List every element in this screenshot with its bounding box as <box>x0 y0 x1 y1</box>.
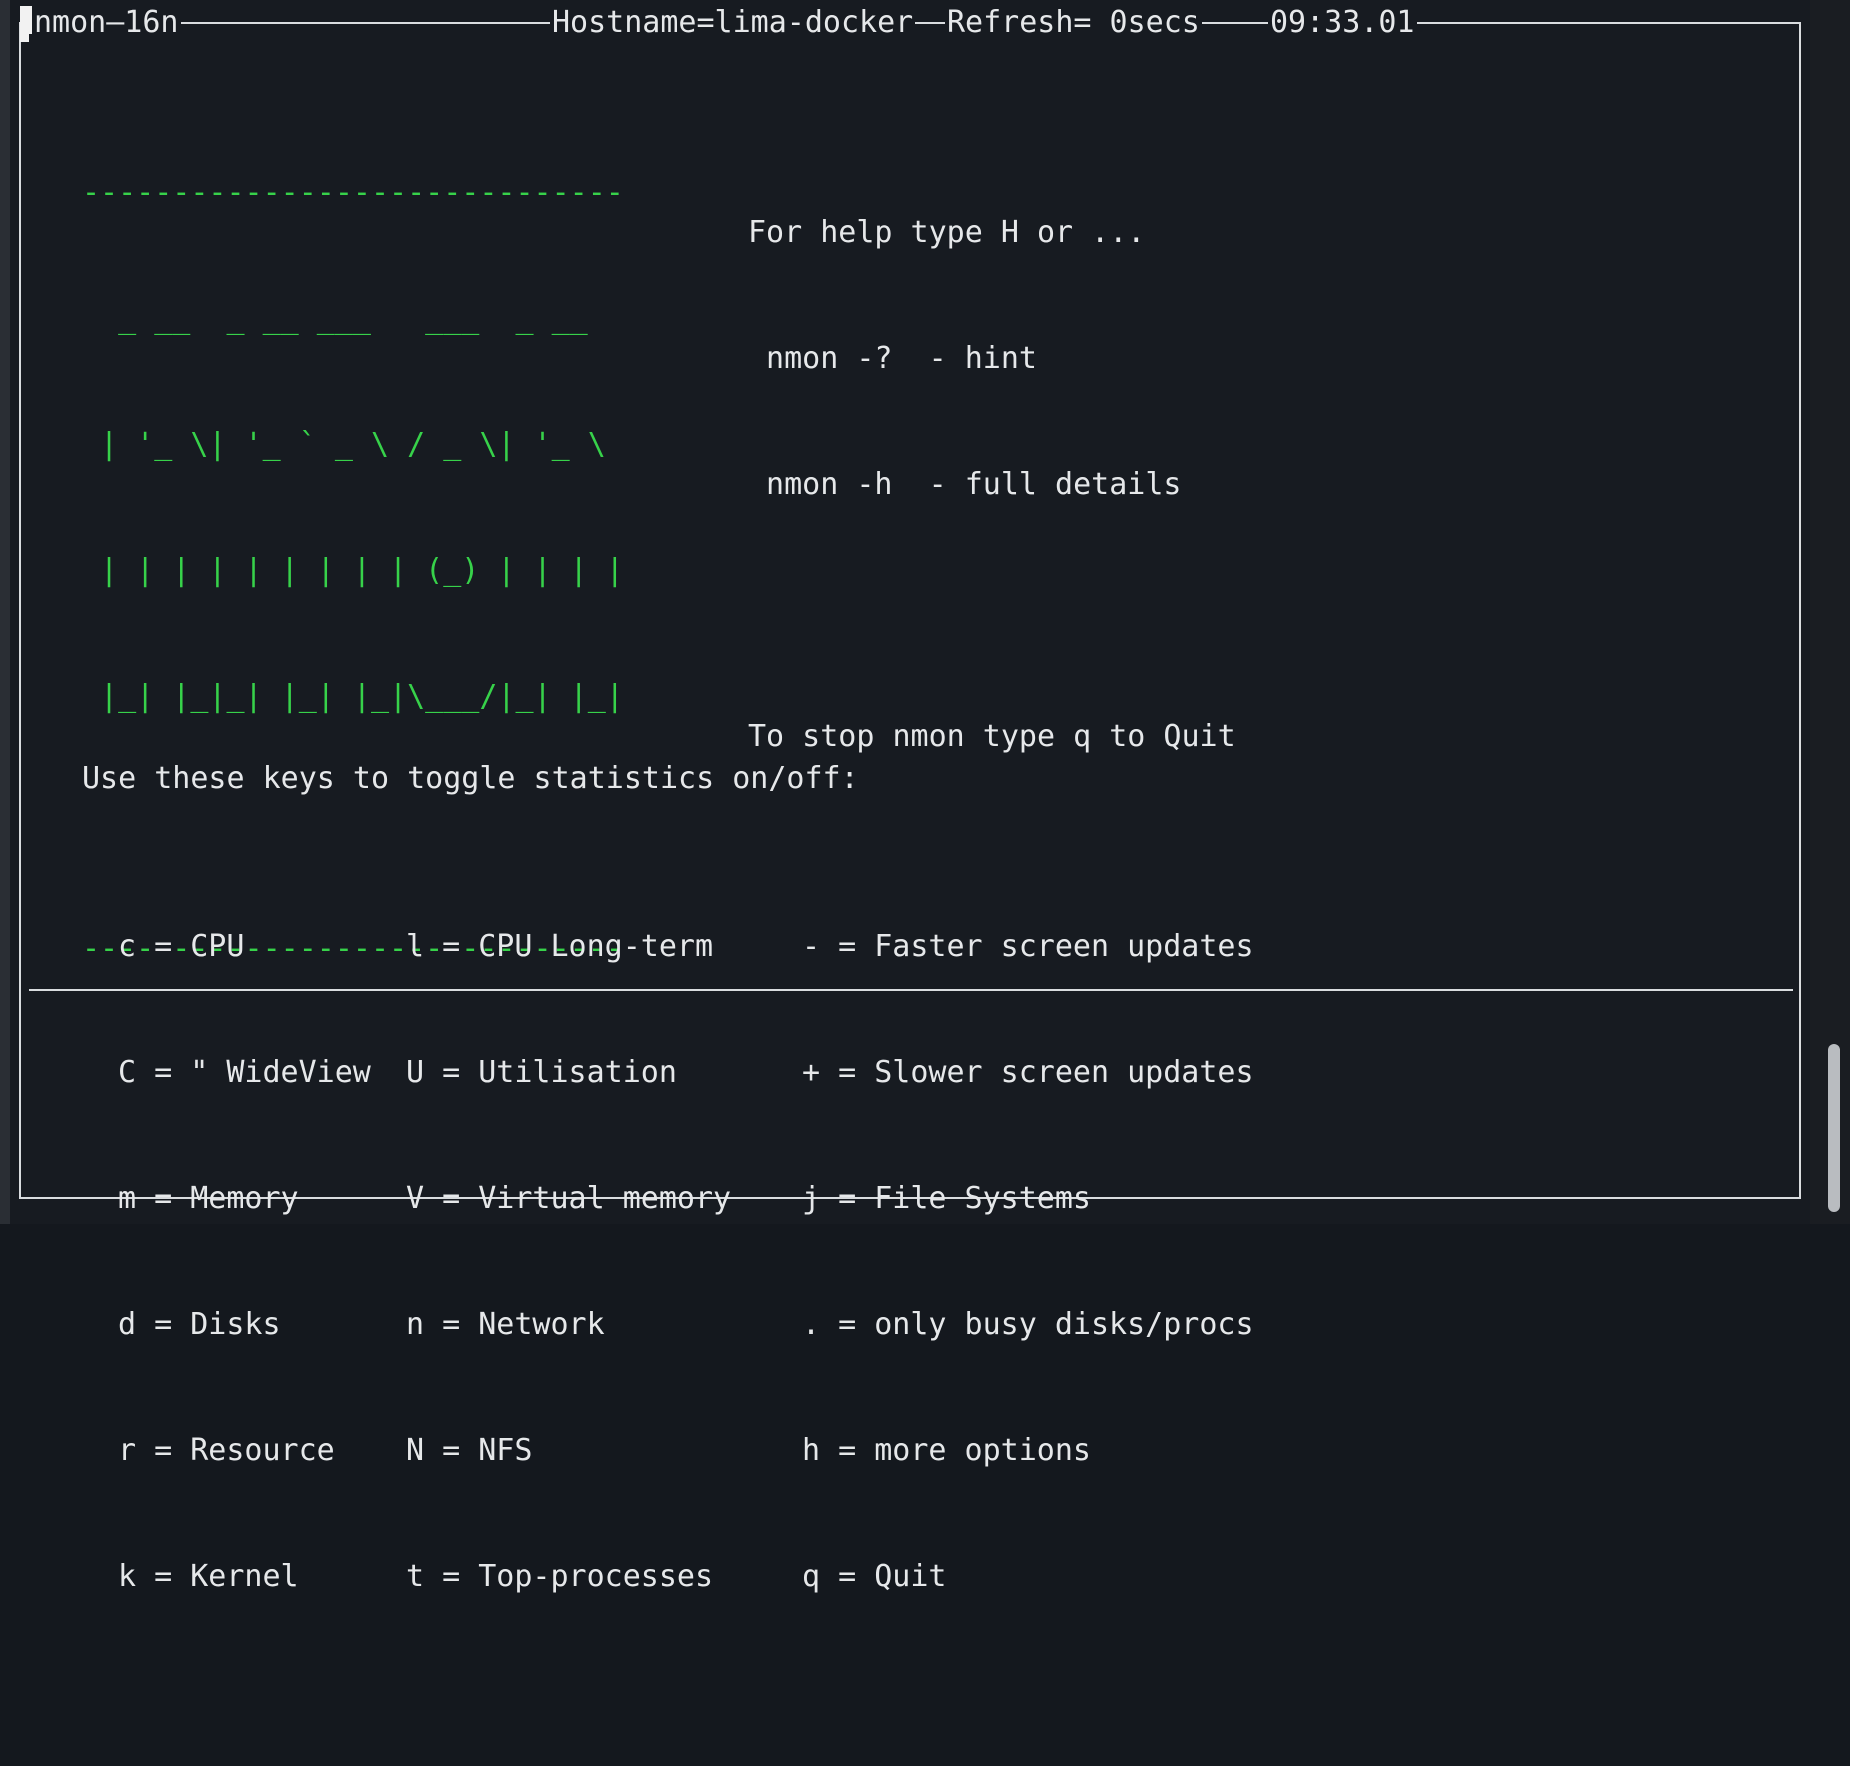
terminal-screen[interactable]: nmon—16n Hostname=lima-docker Refresh= 0… <box>0 0 1850 1594</box>
key-memory: m = Memory <box>118 1181 299 1216</box>
key-more-options: h = more options <box>802 1433 1091 1468</box>
key-slower-updates: + = Slower screen updates <box>802 1055 1254 1090</box>
key-busy-disks: . = only busy disks/procs <box>802 1307 1254 1342</box>
key-network: n = Network <box>406 1307 605 1342</box>
key-row: c = CPU l = CPU Long-term - = Faster scr… <box>82 926 1254 968</box>
key-resource: r = Resource <box>118 1433 335 1468</box>
logo-line: ------------------------------ <box>82 175 624 210</box>
help-line: For help type H or ... <box>748 215 1146 250</box>
key-row: m = Memory V = Virtual memory j = File S… <box>82 1178 1091 1220</box>
key-disks: d = Disks <box>118 1307 281 1342</box>
key-nfs: N = NFS <box>406 1433 533 1468</box>
logo-line: _ __ _ __ ___ ___ _ __ <box>82 301 624 336</box>
nmon-title-bar: nmon—16n Hostname=lima-docker Refresh= 0… <box>10 0 1810 46</box>
key-top-processes: t = Top-processes <box>406 1559 714 1594</box>
key-wideview: C = " WideView <box>118 1055 371 1090</box>
help-line: nmon -h - full details <box>748 467 1182 502</box>
clock-time: 09:33.01 <box>1268 4 1417 42</box>
key-kernel: k = Kernel <box>118 1559 299 1594</box>
key-utilisation: U = Utilisation <box>406 1055 677 1090</box>
window-left-edge <box>0 0 10 1224</box>
keys-heading: Use these keys to toggle statistics on/o… <box>82 761 859 796</box>
hostname-label: Hostname=lima-docker <box>550 4 916 42</box>
logo-line: | '_ \| '_ ` _ \ / _ \| '_ \ <box>82 427 624 462</box>
scroll-track <box>1810 0 1850 1224</box>
scrollbar-thumb[interactable] <box>1828 1044 1840 1212</box>
key-faster-updates: - = Faster screen updates <box>802 929 1254 964</box>
toggle-keys-panel: Use these keys to toggle statistics on/o… <box>82 674 1254 1682</box>
panel-divider <box>29 989 1793 991</box>
logo-line: | | | | | | | | | (_) | | | | <box>82 553 624 588</box>
refresh-label: Refresh= 0secs <box>945 4 1202 42</box>
key-row: C = " WideView U = Utilisation + = Slowe… <box>82 1052 1254 1094</box>
key-row: r = Resource N = NFS h = more options <box>82 1430 1091 1472</box>
key-cpu-long-term: l = CPU Long-term <box>406 929 714 964</box>
key-virtual-memory: V = Virtual memory <box>406 1181 732 1216</box>
help-line <box>748 590 1236 632</box>
key-row: k = Kernel t = Top-processes q = Quit <box>82 1556 947 1598</box>
key-row: d = Disks n = Network . = only busy disk… <box>82 1304 1254 1346</box>
key-cpu: c = CPU <box>118 929 245 964</box>
key-quit: q = Quit <box>802 1559 947 1594</box>
help-line: nmon -? - hint <box>748 341 1037 376</box>
key-file-systems: j = File Systems <box>802 1181 1091 1216</box>
app-version: nmon—16n <box>32 4 181 42</box>
